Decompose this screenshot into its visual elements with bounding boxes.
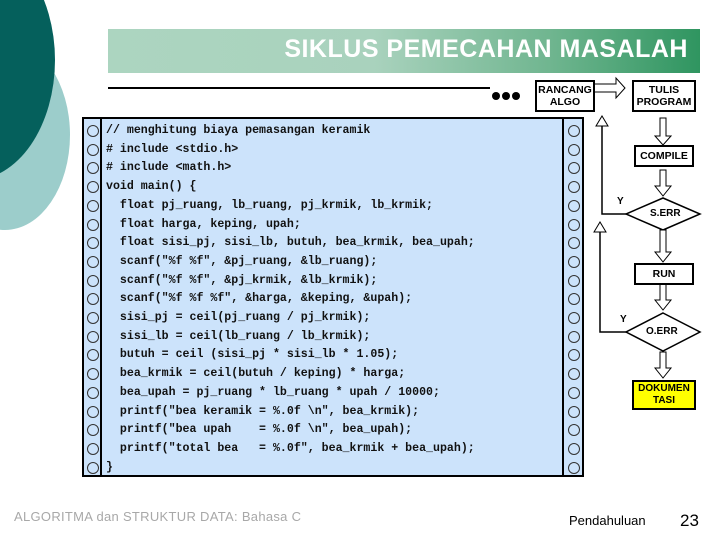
serr-label: S.ERR bbox=[650, 208, 681, 219]
binder-ring-icon bbox=[568, 424, 580, 437]
code-line: sisi_pj = ceil(pj_ruang / pj_krmik); bbox=[106, 311, 371, 325]
arrow-up-icon bbox=[595, 115, 609, 127]
binder-ring-icon bbox=[87, 199, 99, 212]
arrow-down-icon bbox=[653, 117, 673, 146]
arrow-up-icon bbox=[593, 221, 607, 233]
binder-ring-icon bbox=[568, 162, 580, 175]
yes-label: Y bbox=[617, 196, 624, 207]
binder-ring-icon bbox=[568, 312, 580, 324]
binder-ring-icon bbox=[87, 461, 99, 474]
arrow-right-icon bbox=[595, 76, 626, 100]
code-text: // menghitung biaya pemasangan keramik # … bbox=[106, 122, 475, 477]
arrow-down-icon bbox=[653, 283, 673, 311]
binder-ring-icon bbox=[568, 330, 580, 343]
code-line: butuh = ceil (sisi_pj * sisi_lb * 1.05); bbox=[106, 348, 399, 362]
code-line: printf("bea keramik = %.0f \n", bea_krmi… bbox=[106, 404, 420, 418]
binder-ring-icon bbox=[87, 349, 99, 362]
binder-ring-icon bbox=[87, 330, 99, 343]
binder-rings-right bbox=[562, 119, 582, 475]
binder-ring-icon bbox=[87, 274, 99, 287]
binder-ring-icon bbox=[568, 255, 580, 268]
code-line: float sisi_pj, sisi_lb, butuh, bea_krmik… bbox=[106, 236, 475, 250]
flowchart-diagram bbox=[593, 76, 702, 379]
binder-ring-icon bbox=[87, 237, 99, 250]
page-number: 23 bbox=[680, 511, 699, 530]
binder-ring-icon bbox=[87, 312, 99, 324]
binder-ring-icon bbox=[87, 162, 99, 175]
binder-ring-icon bbox=[568, 368, 580, 381]
code-line: # include <stdio.h> bbox=[106, 142, 239, 156]
binder-ring-icon bbox=[568, 199, 580, 212]
binder-ring-icon bbox=[568, 237, 580, 250]
code-line: float pj_ruang, lb_ruang, pj_krmik, lb_k… bbox=[106, 198, 433, 212]
binder-ring-icon bbox=[87, 405, 99, 418]
slide-title: SIKLUS PEMECAHAN MASALAH bbox=[284, 35, 688, 63]
compile-box: COMPILE bbox=[634, 145, 694, 167]
binder-ring-icon bbox=[568, 442, 580, 455]
ellipsis-dots-icon bbox=[492, 90, 522, 100]
binder-ring-icon bbox=[87, 218, 99, 231]
binder-ring-icon bbox=[568, 218, 580, 231]
code-line: scanf("%f %f", &pj_ruang, &lb_ruang); bbox=[106, 254, 378, 268]
code-line: scanf("%f %f", &pj_krmik, &lb_krmik); bbox=[106, 273, 378, 287]
code-line: scanf("%f %f %f", &harga, &keping, &upah… bbox=[106, 292, 413, 306]
binder-ring-icon bbox=[87, 181, 99, 194]
run-box: RUN bbox=[634, 263, 694, 285]
code-line: // menghitung biaya pemasangan keramik bbox=[106, 124, 371, 137]
title-banner: SIKLUS PEMECAHAN MASALAH bbox=[108, 29, 700, 73]
binder-ring-icon bbox=[568, 274, 580, 287]
binder-ring-icon bbox=[568, 125, 580, 137]
rancang-algo-box: RANCANG ALGO bbox=[535, 80, 595, 112]
binder-ring-icon bbox=[568, 349, 580, 362]
code-line: sisi_lb = ceil(lb_ruang / lb_krmik); bbox=[106, 329, 371, 343]
binder-ring-icon bbox=[87, 368, 99, 381]
dokumentasi-box: DOKUMEN TASI bbox=[632, 380, 696, 410]
oerr-label: O.ERR bbox=[646, 326, 678, 337]
binder-ring-icon bbox=[87, 125, 99, 137]
binder-ring-icon bbox=[568, 293, 580, 306]
arrow-down-icon bbox=[653, 351, 673, 379]
binder-ring-icon bbox=[568, 461, 580, 474]
code-line: float harga, keping, upah; bbox=[106, 217, 301, 231]
code-line: # include <math.h> bbox=[106, 161, 232, 175]
binder-ring-icon bbox=[87, 386, 99, 399]
binder-ring-icon bbox=[568, 405, 580, 418]
code-listing: // menghitung biaya pemasangan keramik # … bbox=[82, 117, 584, 477]
code-line: void main() { bbox=[106, 180, 197, 194]
section-footer: Pendahuluan bbox=[569, 513, 646, 528]
course-footer: ALGORITMA dan STRUKTUR DATA: Bahasa C bbox=[14, 509, 302, 524]
binder-ring-icon bbox=[568, 386, 580, 399]
binder-ring-icon bbox=[87, 255, 99, 268]
tulis-program-box: TULIS PROGRAM bbox=[632, 80, 696, 112]
code-line: printf("total bea = %.0f", bea_krmik + b… bbox=[106, 441, 475, 455]
binder-ring-icon bbox=[568, 181, 580, 194]
title-underline bbox=[108, 87, 490, 89]
binder-ring-icon bbox=[568, 143, 580, 156]
code-line: } bbox=[106, 460, 113, 474]
binder-ring-icon bbox=[87, 143, 99, 156]
binder-ring-icon bbox=[87, 442, 99, 455]
binder-ring-icon bbox=[87, 293, 99, 306]
binder-rings-left bbox=[84, 119, 102, 475]
arrow-down-icon bbox=[653, 229, 673, 263]
code-line: printf("bea upah = %.0f \n", bea_upah); bbox=[106, 423, 413, 437]
yes-label: Y bbox=[620, 314, 627, 325]
binder-ring-icon bbox=[87, 424, 99, 437]
code-line: bea_upah = pj_ruang * lb_ruang * upah / … bbox=[106, 385, 440, 399]
arrow-down-icon bbox=[653, 169, 673, 197]
code-line: bea_krmik = ceil(butuh / keping) * harga… bbox=[106, 367, 406, 381]
